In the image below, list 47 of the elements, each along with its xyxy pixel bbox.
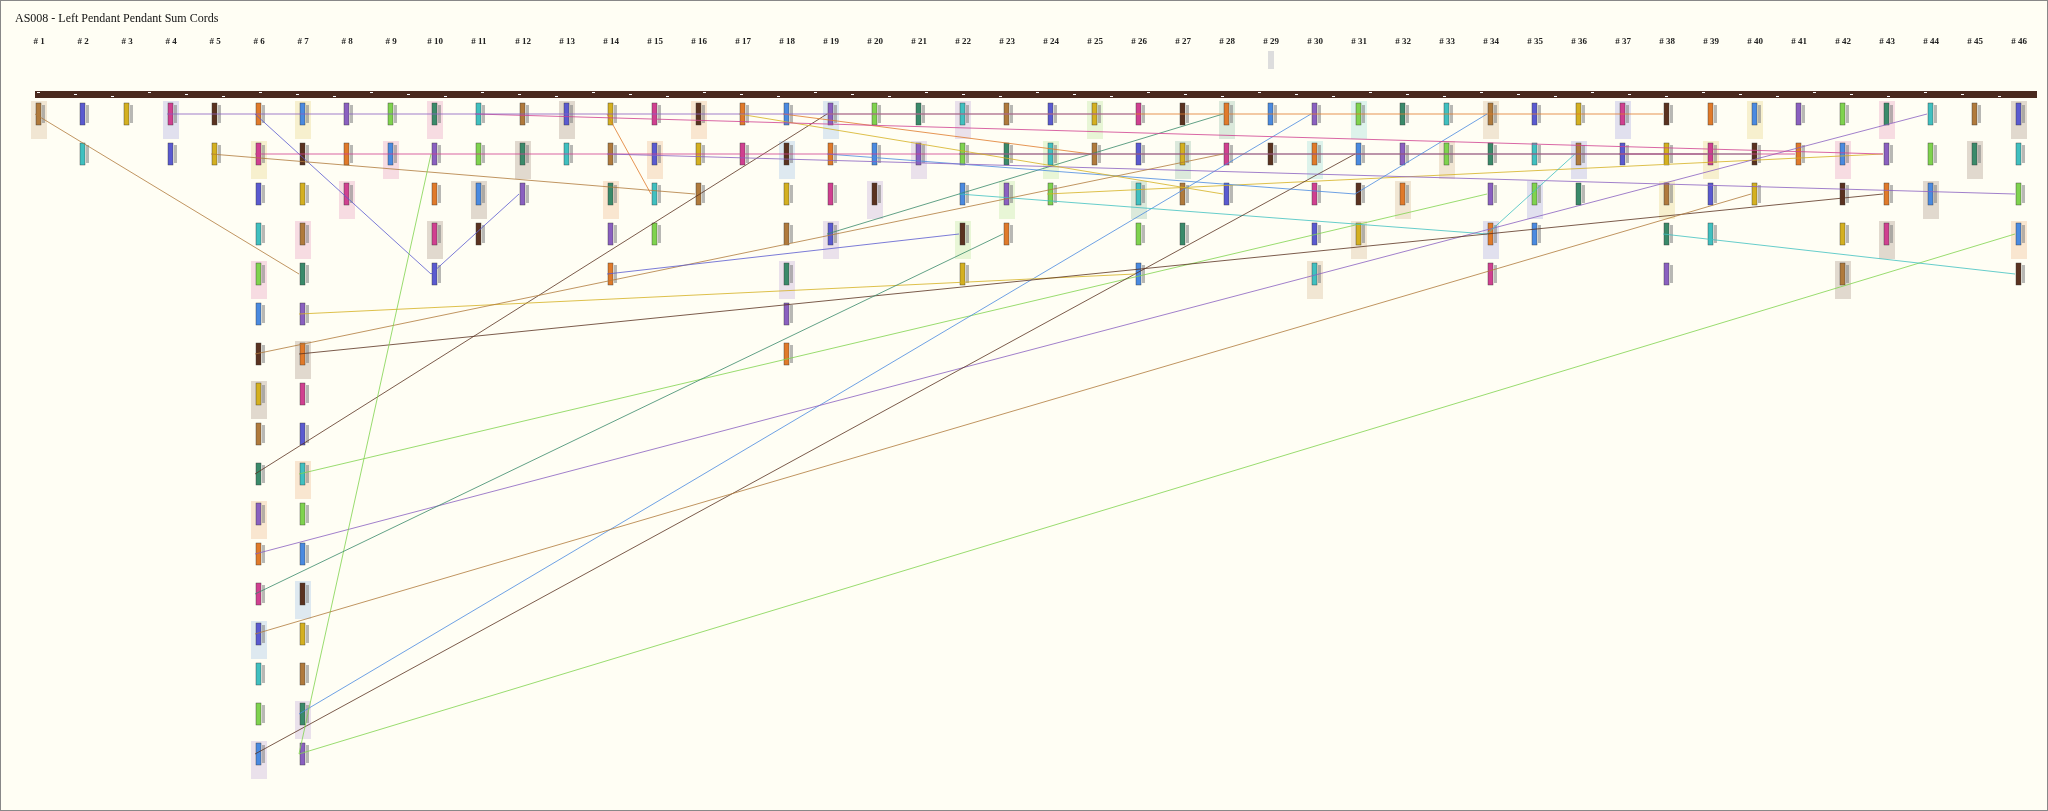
column-header: # 31 bbox=[1350, 35, 1368, 48]
column-header: # 7 bbox=[296, 35, 310, 48]
column-header: # 46 bbox=[2010, 35, 2028, 48]
column-header: # 6 bbox=[252, 35, 266, 48]
column-header: # 16 bbox=[690, 35, 708, 48]
column-header: # 3 bbox=[120, 35, 134, 48]
column-header: # 14 bbox=[602, 35, 620, 48]
column-header: # 39 bbox=[1702, 35, 1720, 48]
column-header: # 36 bbox=[1570, 35, 1588, 48]
column-header: # 27 bbox=[1174, 35, 1192, 48]
page-title: AS008 - Left Pendant Pendant Sum Cords bbox=[14, 10, 220, 27]
column-header: # 23 bbox=[998, 35, 1016, 48]
column-header: # 10 bbox=[426, 35, 444, 48]
column-header: # 19 bbox=[822, 35, 840, 48]
column-header: # 43 bbox=[1878, 35, 1896, 48]
column-header: # 13 bbox=[558, 35, 576, 48]
column-header: # 17 bbox=[734, 35, 752, 48]
column-header: # 34 bbox=[1482, 35, 1500, 48]
column-header: # 20 bbox=[866, 35, 884, 48]
column-header: # 4 bbox=[164, 35, 178, 48]
column-header: # 29 bbox=[1262, 35, 1280, 48]
column-header: # 18 bbox=[778, 35, 796, 48]
column-header: # 45 bbox=[1966, 35, 1984, 48]
column-header: # 9 bbox=[384, 35, 398, 48]
column-header: # 22 bbox=[954, 35, 972, 48]
column-header: # 25 bbox=[1086, 35, 1104, 48]
column-header: # 41 bbox=[1790, 35, 1808, 48]
column-header: # 26 bbox=[1130, 35, 1148, 48]
column-header: # 44 bbox=[1922, 35, 1940, 48]
column-header: # 15 bbox=[646, 35, 664, 48]
column-header: # 2 bbox=[76, 35, 90, 48]
column-header: # 28 bbox=[1218, 35, 1236, 48]
column-header: # 21 bbox=[910, 35, 928, 48]
column-header: # 32 bbox=[1394, 35, 1412, 48]
column-header: # 42 bbox=[1834, 35, 1852, 48]
column-header: # 1 bbox=[32, 35, 46, 48]
column-header: # 24 bbox=[1042, 35, 1060, 48]
column-header: # 35 bbox=[1526, 35, 1544, 48]
column-header: # 38 bbox=[1658, 35, 1676, 48]
column-header: # 8 bbox=[340, 35, 354, 48]
column-header: # 33 bbox=[1438, 35, 1456, 48]
column-header: # 5 bbox=[208, 35, 222, 48]
column-header: # 40 bbox=[1746, 35, 1764, 48]
column-header: # 30 bbox=[1306, 35, 1324, 48]
column-header: # 37 bbox=[1614, 35, 1632, 48]
column-header: # 12 bbox=[514, 35, 532, 48]
column-header: # 11 bbox=[470, 35, 488, 48]
